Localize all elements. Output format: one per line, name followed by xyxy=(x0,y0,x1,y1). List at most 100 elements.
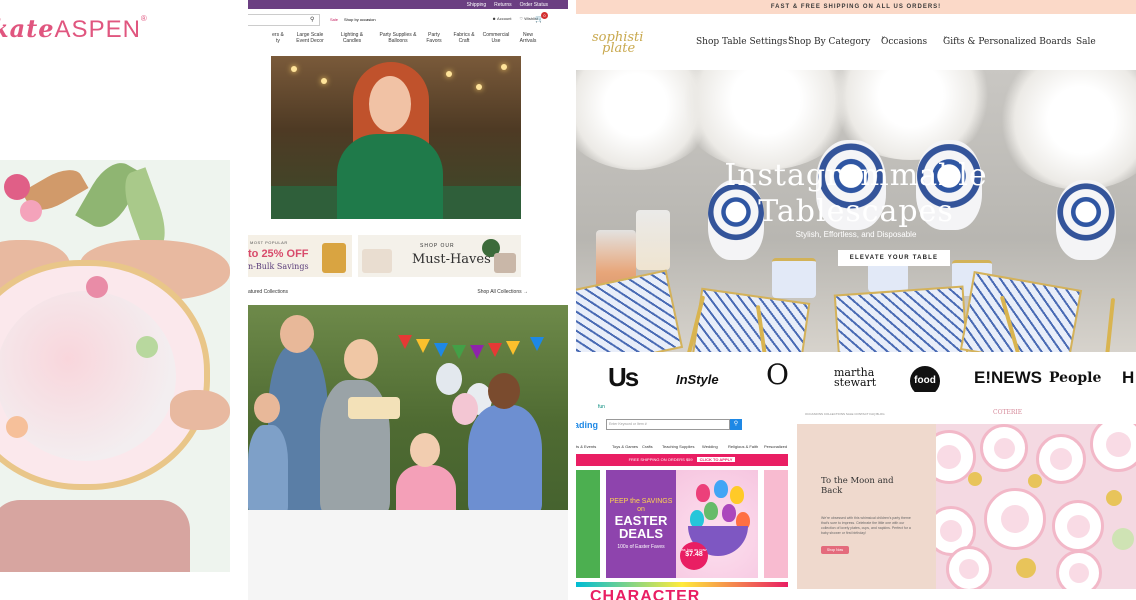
gold-cup xyxy=(1028,474,1042,488)
side-promo-right[interactable] xyxy=(764,470,788,578)
press-logo-us: Us xyxy=(608,362,639,392)
nav-item[interactable]: Teaching Supplies xyxy=(662,444,694,449)
category-nav: ers & ty Large Scale Event Decor Lighting … xyxy=(248,32,568,52)
must-haves-promo[interactable]: SHOP OUR Must-Haves xyxy=(358,235,521,277)
bunting-flag xyxy=(434,343,448,357)
account-link[interactable]: ☻ Account xyxy=(492,16,512,21)
chevron-down-icon: ˅ xyxy=(943,37,948,47)
site-header: sophisti plate Shop Table Settings Shop … xyxy=(576,14,1136,70)
character-heading: CHARACTER xyxy=(590,588,701,600)
promo-kicker: MOST POPULAR xyxy=(250,240,288,245)
menu-shop-table-settings[interactable]: Shop Table Settings xyxy=(696,37,787,47)
menu-sale[interactable]: Sale xyxy=(1076,37,1096,47)
promo-headline: to 25% OFF xyxy=(248,248,309,260)
pink-plate xyxy=(946,546,992,589)
balloon xyxy=(436,363,462,395)
nav-item[interactable]: Toys & Games xyxy=(612,444,638,449)
hero-title-line1: Instagrammable xyxy=(724,158,988,193)
menu-label: Occasions xyxy=(881,37,928,47)
bulk-savings-promo[interactable]: MOST POPULAR to 25% OFF n-Bulk Savings xyxy=(248,235,352,277)
press-logo-partial: H xyxy=(1122,368,1135,387)
nav-item[interactable]: Wedding xyxy=(702,444,718,449)
press-logo-oprah: O xyxy=(766,358,789,391)
birthday-party-image[interactable] xyxy=(248,305,568,600)
menu-label: Gifts & Personalized Boards xyxy=(943,37,1072,47)
person-head xyxy=(410,433,440,467)
gold-cup xyxy=(1016,558,1036,578)
pink-plate xyxy=(1052,500,1104,552)
nav-label: Candles xyxy=(342,38,362,44)
search-icon[interactable]: ⚲ xyxy=(310,16,314,23)
promo-kicker: SHOP OUR xyxy=(420,243,455,249)
gold-cup xyxy=(968,472,982,486)
promo-headline: EASTER DEALS xyxy=(614,513,668,541)
price-badge: as low as now $7.48 xyxy=(680,542,708,570)
tab-sale[interactable]: Sale xyxy=(330,17,338,22)
bunting-flag xyxy=(452,345,466,359)
nav-item[interactable]: Religious & Faith xyxy=(728,444,758,449)
press-logo-martha-stewart: martha stewart xyxy=(834,366,877,389)
featured-collections-row: atured Collections Shop All Collections … xyxy=(248,289,528,295)
search-input[interactable]: Enter Keyword or Item # xyxy=(606,419,730,430)
shop-now-button[interactable]: Shop Now xyxy=(821,546,849,554)
sophistiplate-logo[interactable]: sophisti plate xyxy=(592,31,643,55)
kate-aspen-logo[interactable]: kateASPEN® xyxy=(0,14,148,44)
string-light xyxy=(446,71,452,77)
easter-egg xyxy=(730,486,744,504)
search-row: ⚲ Sale Shop by occasion ☻ Account ♡ Wish… xyxy=(248,12,568,28)
sophistiplate-panel: FAST & FREE SHIPPING ON ALL US ORDERS! s… xyxy=(576,0,1136,392)
section-heading: atured Collections xyxy=(248,289,289,295)
pink-plate xyxy=(1056,550,1102,589)
nav-item-lighting[interactable]: Lighting & Candles xyxy=(312,32,363,44)
chevron-down-icon: ˅ xyxy=(881,37,886,47)
flower-decoration xyxy=(20,200,42,222)
promo-subline: n-Bulk Savings xyxy=(248,262,309,271)
nav-item[interactable]: ts & Events xyxy=(576,444,596,449)
flower-decoration xyxy=(136,336,158,358)
patterned-napkin xyxy=(576,269,684,352)
elevate-your-table-button[interactable]: ELEVATE YOUR TABLE xyxy=(838,250,950,266)
napkin-image xyxy=(0,500,190,572)
kate-aspen-panel: kateASPEN® xyxy=(0,0,246,600)
heart-icon: ♡ xyxy=(519,16,524,21)
green-sweater-hero[interactable] xyxy=(271,56,521,219)
product-image xyxy=(494,253,516,273)
utility-bar: Shipping Returns Order Status xyxy=(248,0,568,9)
logo-caps: ASPEN xyxy=(54,16,141,43)
pink-party-image[interactable] xyxy=(936,424,1136,589)
patterned-napkin xyxy=(833,285,969,352)
flower-decoration xyxy=(6,416,28,438)
nav-item[interactable]: Crafts xyxy=(642,444,653,449)
tablescape-hero: Instagrammable Tablescapes Stylish, Effo… xyxy=(576,70,1136,352)
hero-title-line2: Tablescapes xyxy=(758,194,954,229)
press-logo-instyle: InStyle xyxy=(676,372,719,387)
click-to-apply-button[interactable]: CLICK TO APPLY xyxy=(696,457,736,462)
search-icon[interactable]: ⚲ xyxy=(730,419,742,430)
order-status-link[interactable]: Order Status xyxy=(520,2,548,8)
collection-title: To the Moon and Back xyxy=(821,476,894,496)
green-plate xyxy=(1112,528,1134,550)
flower-decoration xyxy=(4,174,30,200)
store-logo[interactable]: ading xyxy=(576,420,598,430)
person-image xyxy=(468,405,542,515)
patterned-napkin xyxy=(959,271,1083,352)
shipping-link[interactable]: Shipping xyxy=(467,2,486,8)
easter-deals-panel: PEEP the SAVINGS on EASTER DEALS 100s of… xyxy=(606,470,676,578)
registered-mark: ® xyxy=(140,14,148,23)
person-head xyxy=(280,315,314,353)
person-head xyxy=(488,373,520,409)
easter-deals-promo[interactable]: PEEP the SAVINGS on EASTER DEALS 100s of… xyxy=(606,470,758,578)
top-nav[interactable]: OCCASIONS COLLECTIONS SALE CONTACT FAQ B… xyxy=(805,412,885,416)
shop-all-collections-link[interactable]: Shop All Collections → xyxy=(477,289,528,295)
tab-shop-by-occasion[interactable]: Shop by occasion xyxy=(344,17,376,22)
coterie-logo[interactable]: COTERIE xyxy=(993,409,1022,416)
returns-link[interactable]: Returns xyxy=(494,2,512,8)
nav-item-new-arrivals[interactable]: New Arrivals xyxy=(488,32,537,44)
cart-count-badge: 0 xyxy=(541,12,548,19)
nav-item[interactable]: Personalized xyxy=(764,444,787,449)
nav-item-event-decor[interactable]: Large Scale Event Decor xyxy=(270,32,324,44)
color-divider xyxy=(576,582,788,587)
product-image xyxy=(362,249,392,273)
press-logo-e-news: E!NEWS xyxy=(974,368,1042,387)
side-promo-left[interactable] xyxy=(576,470,600,578)
